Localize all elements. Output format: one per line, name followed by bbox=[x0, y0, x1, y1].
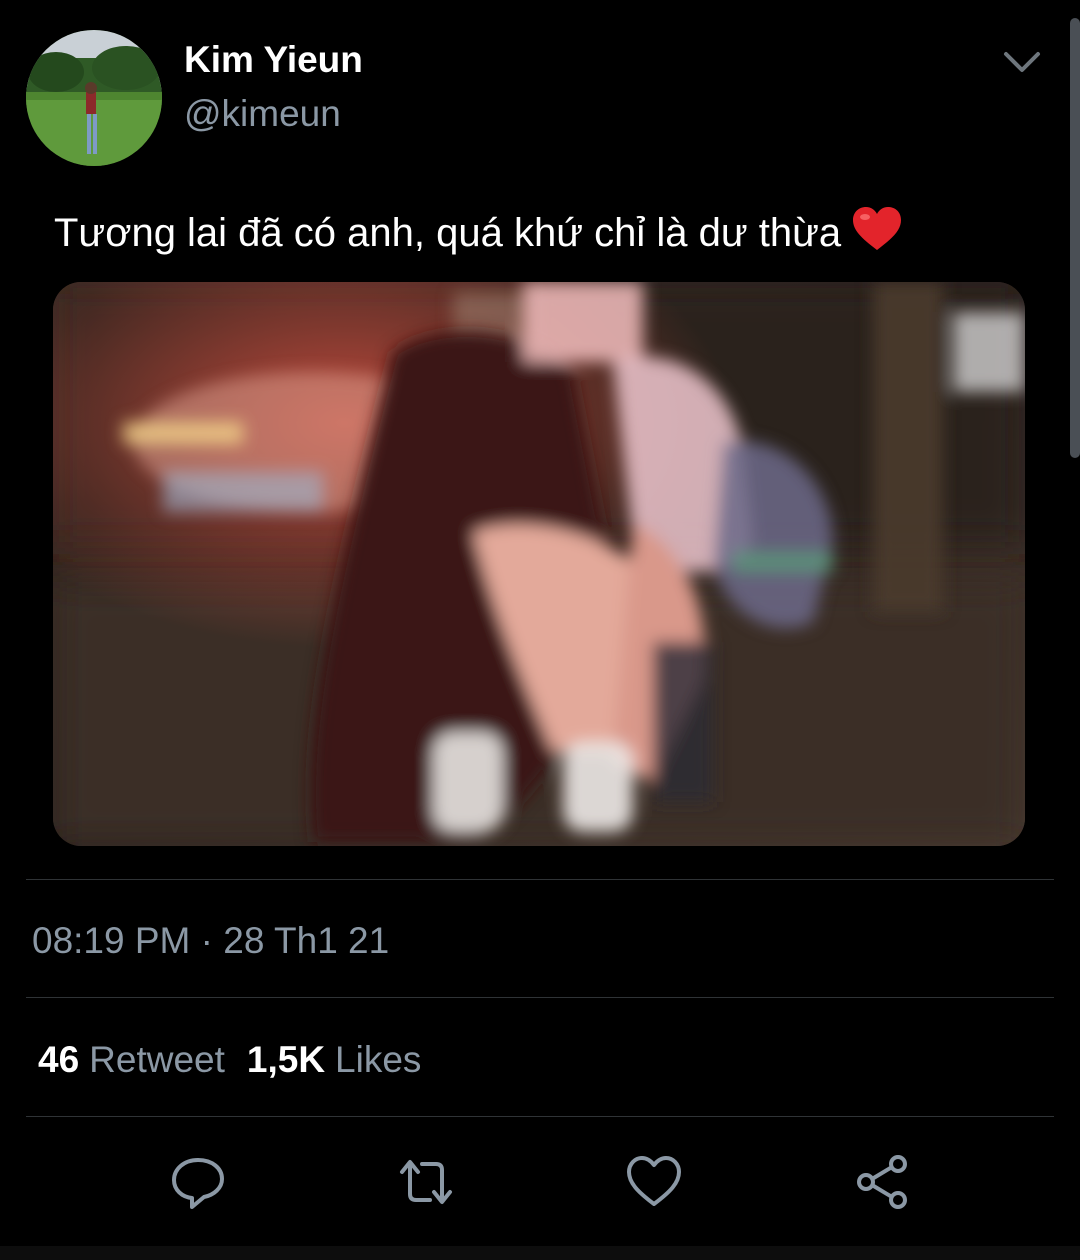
bottom-edge bbox=[0, 1246, 1080, 1260]
retweet-count[interactable]: 46 bbox=[38, 1039, 79, 1080]
chevron-down-icon[interactable] bbox=[1000, 44, 1044, 80]
reply-icon[interactable] bbox=[168, 1152, 228, 1212]
tweet-text-content: Tương lai đã có anh, quá khứ chỉ là dư t… bbox=[54, 211, 842, 255]
divider bbox=[26, 997, 1054, 998]
tweet-media-photo[interactable] bbox=[53, 282, 1025, 846]
avatar[interactable] bbox=[26, 30, 162, 166]
like-count[interactable]: 1,5K bbox=[247, 1039, 325, 1080]
tweet-stats: 46 Retweet 1,5K Likes bbox=[38, 1036, 421, 1084]
retweet-label[interactable]: Retweet bbox=[89, 1039, 225, 1080]
tweet-timestamp[interactable]: 08:19 PM · 28 Th1 21 bbox=[32, 918, 389, 964]
like-icon[interactable] bbox=[624, 1152, 684, 1212]
red-heart-emoji-icon bbox=[851, 206, 903, 252]
divider bbox=[26, 1116, 1054, 1117]
author-handle[interactable]: @kimeun bbox=[184, 92, 341, 136]
retweet-icon[interactable] bbox=[396, 1152, 456, 1212]
author-name[interactable]: Kim Yieun bbox=[184, 38, 363, 82]
tweet-detail: Kim Yieun @kimeun Tương lai đã có anh, q… bbox=[0, 0, 1080, 1260]
share-icon[interactable] bbox=[852, 1152, 912, 1212]
divider bbox=[26, 879, 1054, 880]
tweet-text: Tương lai đã có anh, quá khứ chỉ là dư t… bbox=[54, 206, 903, 259]
like-label[interactable]: Likes bbox=[335, 1039, 421, 1080]
scrollbar[interactable] bbox=[1070, 18, 1080, 458]
